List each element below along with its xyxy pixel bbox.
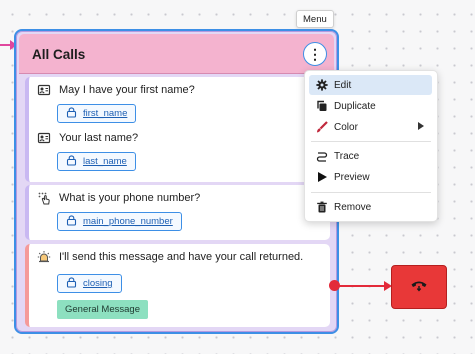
menu-item-color[interactable]: Color bbox=[309, 117, 432, 137]
contact-card-icon bbox=[37, 131, 51, 145]
variable-lock-icon bbox=[66, 275, 77, 293]
menu-item-trace[interactable]: Trace bbox=[309, 146, 432, 166]
menu-item-label: Color bbox=[334, 121, 358, 133]
variable-chip-first-name[interactable]: first_name bbox=[57, 104, 137, 123]
menu-item-preview[interactable]: Preview bbox=[309, 167, 432, 187]
step-row-phone[interactable]: What is your phone number? bbox=[37, 191, 200, 205]
variable-chip-label: closing bbox=[83, 278, 113, 289]
variable-lock-icon bbox=[66, 213, 77, 231]
end-call-node[interactable] bbox=[391, 265, 447, 309]
step-row-closing[interactable]: I'll send this message and have your cal… bbox=[37, 250, 303, 264]
node-context-menu: Edit Duplicate Color Trace Preview Remov… bbox=[304, 70, 438, 222]
alarm-bell-icon bbox=[37, 250, 51, 264]
menu-item-remove[interactable]: Remove bbox=[309, 197, 432, 217]
menu-item-label: Remove bbox=[334, 201, 372, 213]
message-type-badge: General Message bbox=[57, 300, 148, 319]
step-card-name[interactable]: May I have your first name? first_name Y… bbox=[25, 77, 330, 182]
step-row-last-name[interactable]: Your last name? bbox=[37, 131, 138, 145]
variable-lock-icon bbox=[66, 153, 77, 171]
node-title: All Calls bbox=[32, 47, 86, 62]
step-text: What is your phone number? bbox=[59, 192, 201, 204]
variable-lock-icon bbox=[66, 105, 77, 123]
menu-item-label: Edit bbox=[334, 79, 352, 91]
copy-icon bbox=[316, 100, 328, 112]
outgoing-edge bbox=[339, 285, 387, 287]
step-card-phone[interactable]: What is your phone number? main_phone_nu… bbox=[25, 185, 330, 240]
more-vertical-icon: ⋮ bbox=[308, 45, 322, 62]
menu-item-label: Trace bbox=[334, 150, 360, 162]
variable-chip-label: first_name bbox=[83, 108, 128, 119]
menu-item-edit[interactable]: Edit bbox=[309, 75, 432, 95]
variable-chip-last-name[interactable]: last_name bbox=[57, 152, 136, 171]
menu-divider bbox=[311, 192, 431, 193]
submenu-arrow-icon bbox=[418, 122, 424, 130]
variable-chip-phone[interactable]: main_phone_number bbox=[57, 212, 182, 231]
variable-chip-closing[interactable]: closing bbox=[57, 274, 122, 293]
menu-item-label: Preview bbox=[334, 171, 370, 183]
menu-item-duplicate[interactable]: Duplicate bbox=[309, 96, 432, 116]
step-text: I'll send this message and have your cal… bbox=[59, 251, 304, 263]
hang-up-phone-icon bbox=[410, 278, 428, 297]
menu-tooltip: Menu bbox=[296, 10, 334, 28]
variable-chip-label: main_phone_number bbox=[83, 216, 173, 227]
trace-icon bbox=[316, 150, 328, 162]
step-card-closing[interactable]: I'll send this message and have your cal… bbox=[25, 244, 330, 327]
trash-icon bbox=[316, 201, 328, 213]
step-text: Your last name? bbox=[59, 132, 139, 144]
step-row-first-name[interactable]: May I have your first name? bbox=[37, 83, 195, 97]
contact-card-icon bbox=[37, 83, 51, 97]
flow-node-all-calls[interactable]: All Calls ⋮ May I have your first name? … bbox=[14, 29, 339, 334]
variable-chip-label: last_name bbox=[83, 156, 127, 167]
play-icon bbox=[316, 171, 328, 183]
gear-icon bbox=[316, 79, 328, 91]
node-menu-button[interactable]: ⋮ bbox=[303, 42, 327, 66]
menu-item-label: Duplicate bbox=[334, 100, 376, 112]
step-text: May I have your first name? bbox=[59, 84, 195, 96]
dialpad-touch-icon bbox=[37, 191, 51, 205]
output-handle[interactable] bbox=[329, 280, 340, 291]
node-header[interactable]: All Calls ⋮ bbox=[19, 34, 334, 74]
menu-divider bbox=[311, 141, 431, 142]
paint-brush-icon bbox=[316, 121, 328, 133]
